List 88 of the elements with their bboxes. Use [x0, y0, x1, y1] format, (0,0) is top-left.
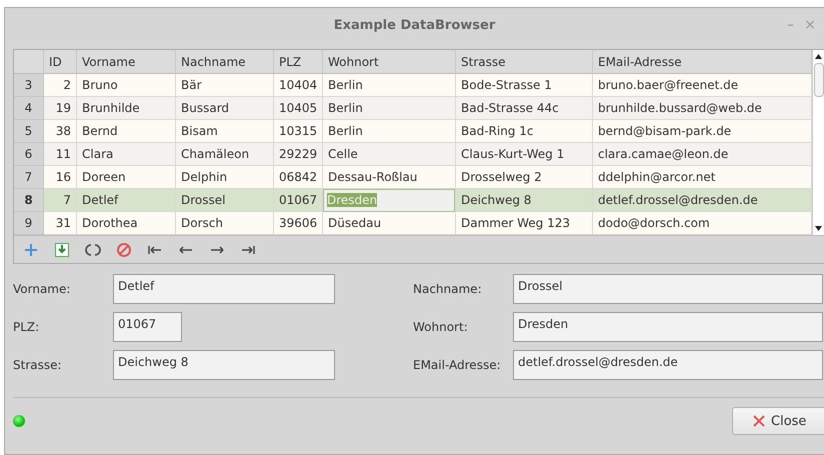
field-label: Vorname: [13, 282, 72, 296]
column-header[interactable]: Wohnort [323, 50, 456, 74]
row-number[interactable]: 9 [14, 212, 44, 235]
table-cell: Dessau-Roßlau [323, 166, 456, 189]
table-cell: Drosselweg 2 [456, 166, 593, 189]
table-cell: ddelphin@arcor.net [593, 166, 812, 189]
table-cell: 11 [44, 143, 77, 166]
table-cell: Bernd [77, 120, 176, 143]
field-label: EMail-Adresse: [413, 358, 502, 372]
save-button[interactable] [53, 240, 71, 258]
column-header[interactable]: EMail-Adresse [593, 50, 812, 74]
column-header[interactable]: Vorname [77, 50, 176, 74]
row-number[interactable]: 6 [14, 143, 44, 166]
table-cell: Bode-Strasse 1 [456, 74, 593, 97]
table-cell: 01067 [274, 189, 323, 212]
scroll-down-icon[interactable] [815, 226, 822, 231]
input-field[interactable]: Dresden [513, 312, 823, 342]
table-cell: 2 [44, 74, 77, 97]
table-cell: Bussard [176, 97, 274, 120]
table-cell: Bad-Strasse 44c [456, 97, 593, 120]
row-number[interactable]: 4 [14, 97, 44, 120]
table-cell: bernd@bisam-park.de [593, 120, 812, 143]
row-number[interactable]: 7 [14, 166, 44, 189]
table-cell: Bär [176, 74, 274, 97]
table-cell: 7 [44, 189, 77, 212]
input-field[interactable]: Drossel [513, 274, 823, 304]
table-cell: 10405 [274, 97, 323, 120]
table-cell: Clara [77, 143, 176, 166]
table-cell: Düsedau [323, 212, 456, 235]
table-cell: Deichweg 8 [456, 189, 593, 212]
table-cell: Claus-Kurt-Weg 1 [456, 143, 593, 166]
column-header[interactable]: Strasse [456, 50, 593, 74]
corner-header [14, 50, 44, 74]
column-header[interactable]: ID [44, 50, 77, 74]
field-label: Nachname: [413, 282, 483, 296]
table-cell: 29229 [274, 143, 323, 166]
table-cell: Bad-Ring 1c [456, 120, 593, 143]
table-cell: 38 [44, 120, 77, 143]
table-cell: Chamäleon [176, 143, 274, 166]
field-label: Wohnort: [413, 320, 469, 334]
close-button[interactable]: Close [732, 407, 824, 435]
table-cell: Dorothea [77, 212, 176, 235]
row-number[interactable]: 5 [14, 120, 44, 143]
table-cell: Doreen [77, 166, 176, 189]
table-cell: brunhilde.bussard@web.de [593, 97, 812, 120]
field-label: Strasse: [13, 358, 63, 372]
table-cell: Bruno [77, 74, 176, 97]
table-cell: bruno.baer@freenet.de [593, 74, 812, 97]
column-header[interactable]: Nachname [176, 50, 274, 74]
save-icon [54, 242, 70, 258]
table-cell: Delphin [176, 166, 274, 189]
table-cell: Dammer Weg 123 [456, 212, 593, 235]
table-cell: Celle [323, 143, 456, 166]
cancel-icon [116, 242, 132, 258]
input-field[interactable]: 01067 [113, 312, 182, 342]
input-field[interactable]: detlef.drossel@dresden.de [513, 350, 823, 380]
table-cell: 10404 [274, 74, 323, 97]
table-cell: Berlin [323, 120, 456, 143]
field-label: PLZ: [13, 320, 40, 334]
table-cell: 16 [44, 166, 77, 189]
table-cell: 31 [44, 212, 77, 235]
table-cell: Drossel [176, 189, 274, 212]
table-cell: clara.camae@leon.de [593, 143, 812, 166]
table-cell: Berlin [323, 74, 456, 97]
row-number[interactable]: 8 [14, 189, 44, 212]
table-cell: 19 [44, 97, 77, 120]
table-cell: 39606 [274, 212, 323, 235]
scroll-thumb[interactable] [814, 63, 824, 97]
cancel-button[interactable] [115, 240, 133, 258]
table-cell: Dorsch [176, 212, 274, 235]
close-icon [753, 415, 765, 427]
row-number[interactable]: 3 [14, 74, 44, 97]
refresh-icon [85, 242, 101, 258]
window-title: Example DataBrowser [334, 18, 496, 33]
table-cell: Brunhilde [77, 97, 176, 120]
table-cell: 10315 [274, 120, 323, 143]
table-cell: 06842 [274, 166, 323, 189]
table-cell: Detlef [77, 189, 176, 212]
table-cell: Bisam [176, 120, 274, 143]
column-header[interactable]: PLZ [274, 50, 323, 74]
input-field[interactable]: Deichweg 8 [113, 350, 335, 380]
scrollbar[interactable] [812, 50, 824, 235]
table-cell: Berlin [323, 97, 456, 120]
input-field[interactable]: Detlef [113, 274, 335, 304]
scroll-up-icon[interactable] [815, 54, 822, 59]
plus-icon [23, 242, 39, 258]
table-cell: detlef.drossel@dresden.de [593, 189, 812, 212]
table-cell: dodo@dorsch.com [593, 212, 812, 235]
